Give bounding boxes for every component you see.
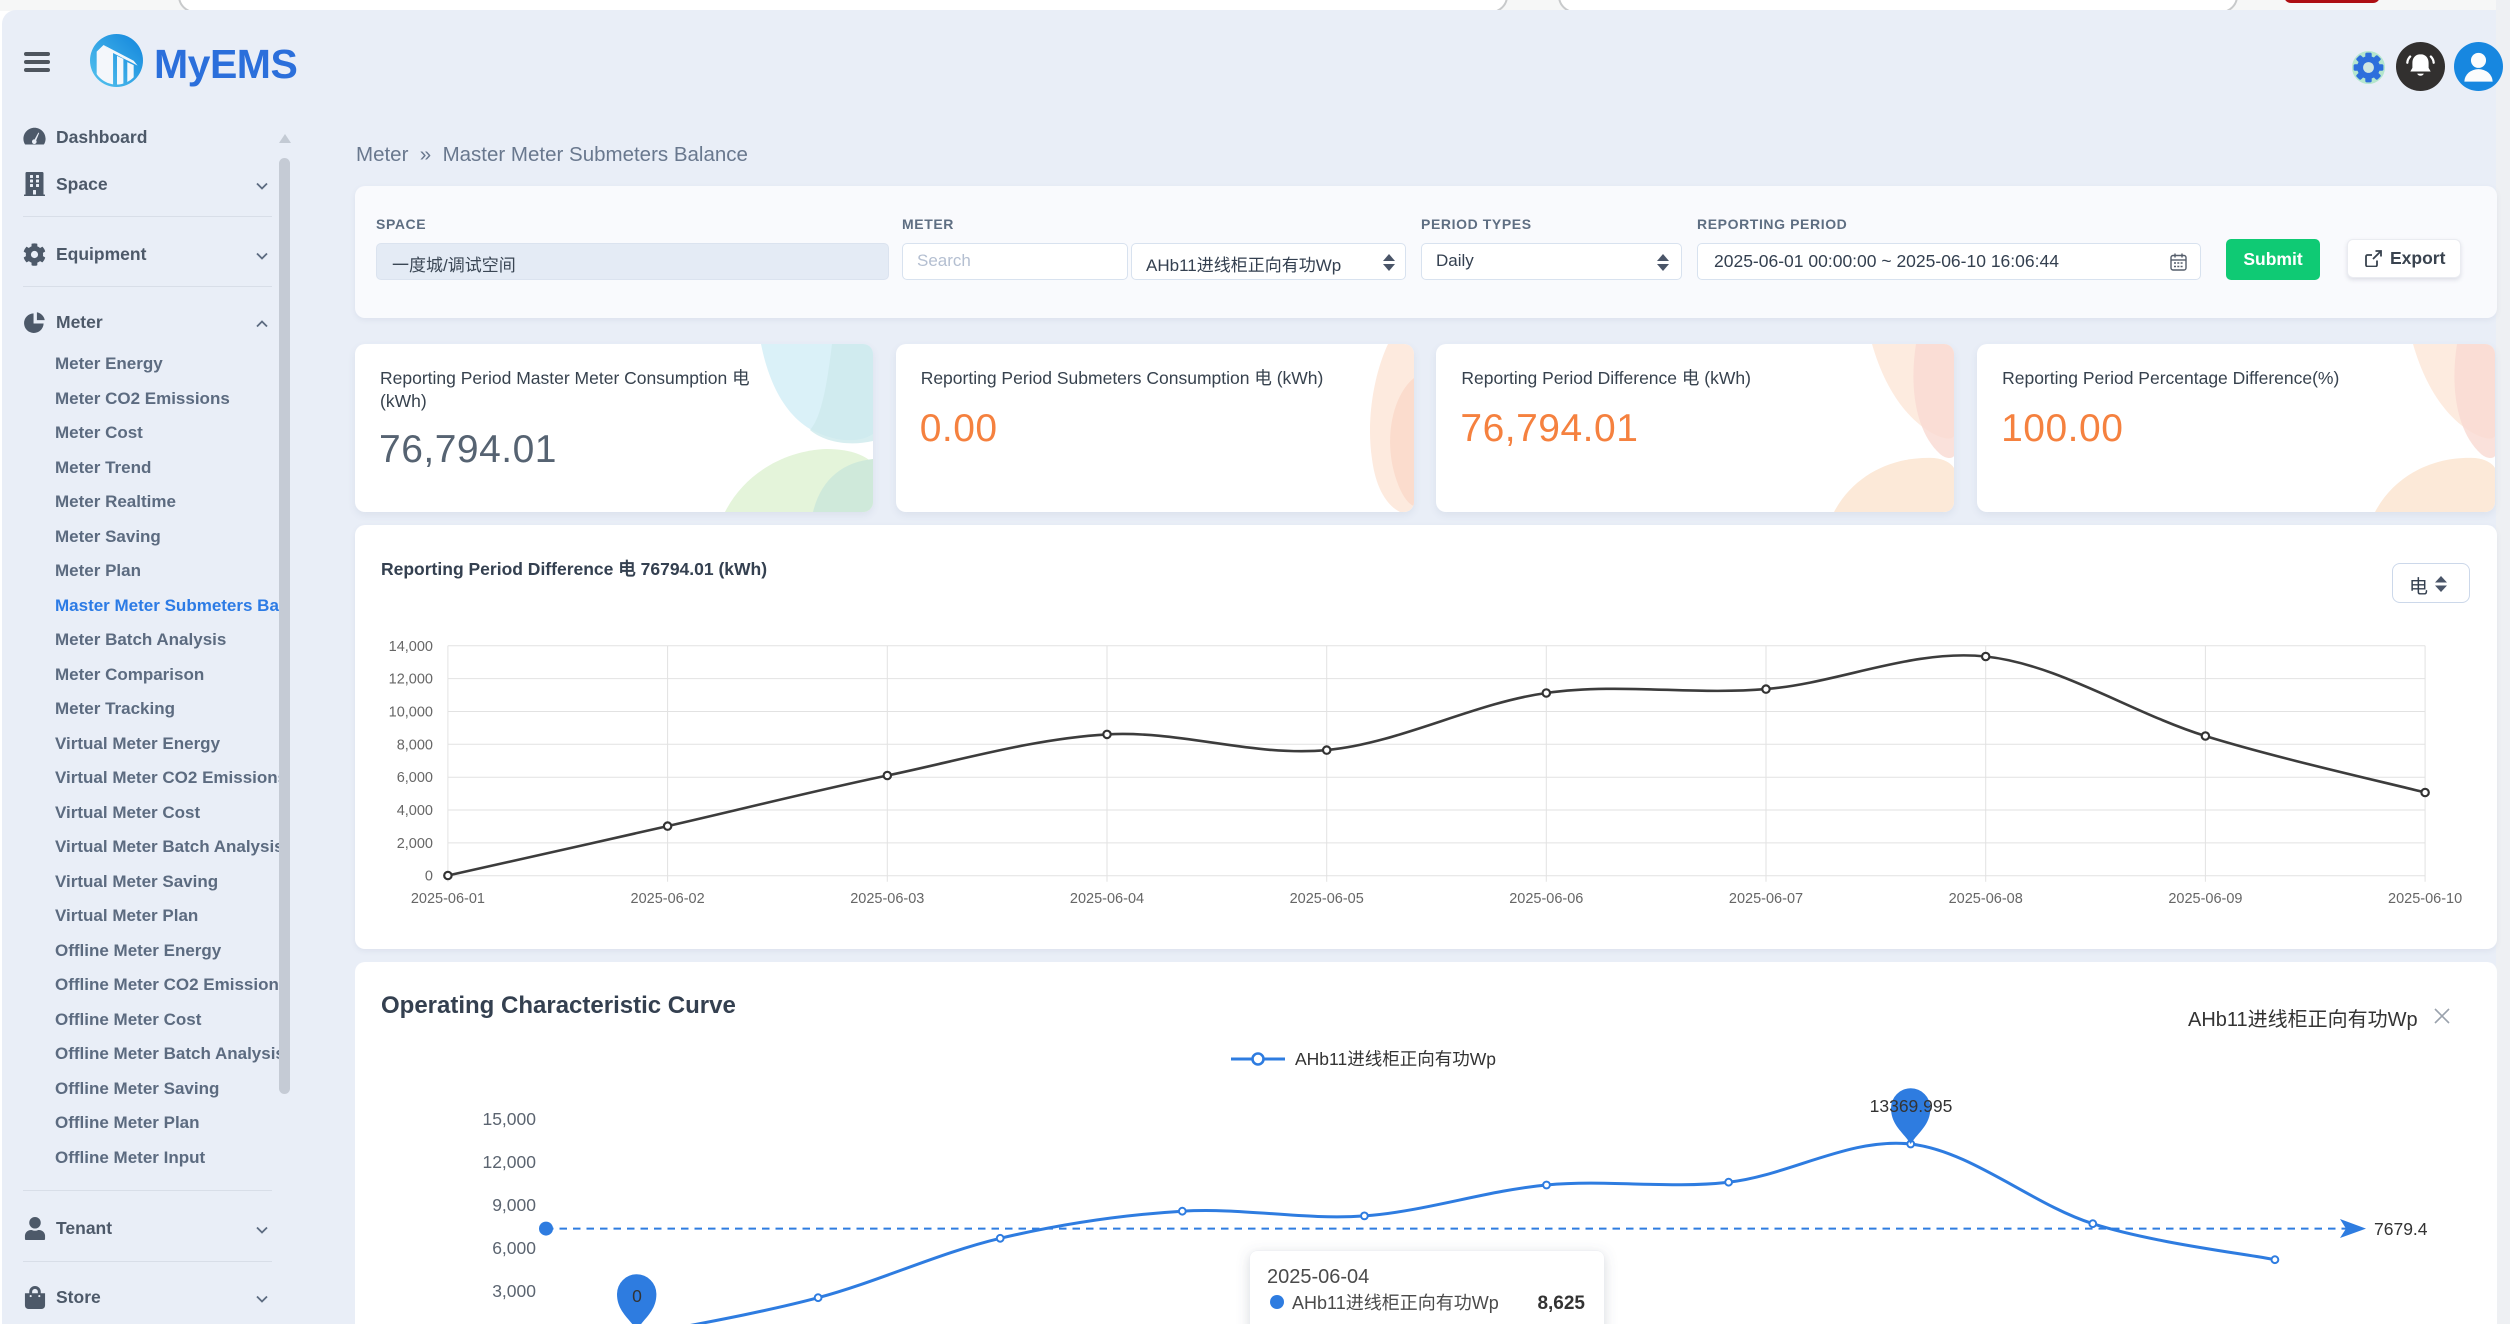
- svg-text:9,000: 9,000: [492, 1195, 536, 1215]
- svg-text:2025-06-03: 2025-06-03: [850, 891, 924, 907]
- svg-text:10,000: 10,000: [389, 705, 433, 721]
- svg-text:12,000: 12,000: [482, 1152, 536, 1172]
- svg-text:4,000: 4,000: [397, 803, 433, 819]
- svg-text:2025-06-01: 2025-06-01: [411, 891, 485, 907]
- svg-text:2025-06-07: 2025-06-07: [1729, 891, 1803, 907]
- svg-text:2025-06-04: 2025-06-04: [1267, 1266, 1369, 1288]
- svg-text:6,000: 6,000: [397, 770, 433, 786]
- svg-text:2,000: 2,000: [397, 836, 433, 852]
- svg-text:2025-06-02: 2025-06-02: [631, 891, 705, 907]
- svg-text:AHb11进线柜正向有功Wp: AHb11进线柜正向有功Wp: [1292, 1293, 1499, 1313]
- svg-text:8,625: 8,625: [1537, 1293, 1585, 1314]
- svg-text:14,000: 14,000: [389, 639, 433, 655]
- svg-text:AHb11进线柜正向有功Wp: AHb11进线柜正向有功Wp: [1295, 1049, 1496, 1069]
- svg-text:0: 0: [632, 1286, 642, 1306]
- svg-text:2025-06-08: 2025-06-08: [1949, 891, 2023, 907]
- svg-text:2025-06-04: 2025-06-04: [1070, 891, 1144, 907]
- svg-text:8,000: 8,000: [397, 737, 433, 753]
- svg-text:0: 0: [425, 869, 433, 885]
- svg-text:7679.4: 7679.4: [2374, 1219, 2428, 1239]
- svg-text:13369.995: 13369.995: [1870, 1096, 1953, 1116]
- svg-text:15,000: 15,000: [482, 1109, 536, 1129]
- svg-text:2025-06-10: 2025-06-10: [2388, 891, 2462, 907]
- svg-text:12,000: 12,000: [389, 672, 433, 688]
- svg-text:2025-06-09: 2025-06-09: [2168, 891, 2242, 907]
- svg-text:6,000: 6,000: [492, 1238, 536, 1258]
- svg-text:2025-06-05: 2025-06-05: [1290, 891, 1364, 907]
- svg-text:2025-06-06: 2025-06-06: [1509, 891, 1583, 907]
- svg-text:3,000: 3,000: [492, 1281, 536, 1301]
